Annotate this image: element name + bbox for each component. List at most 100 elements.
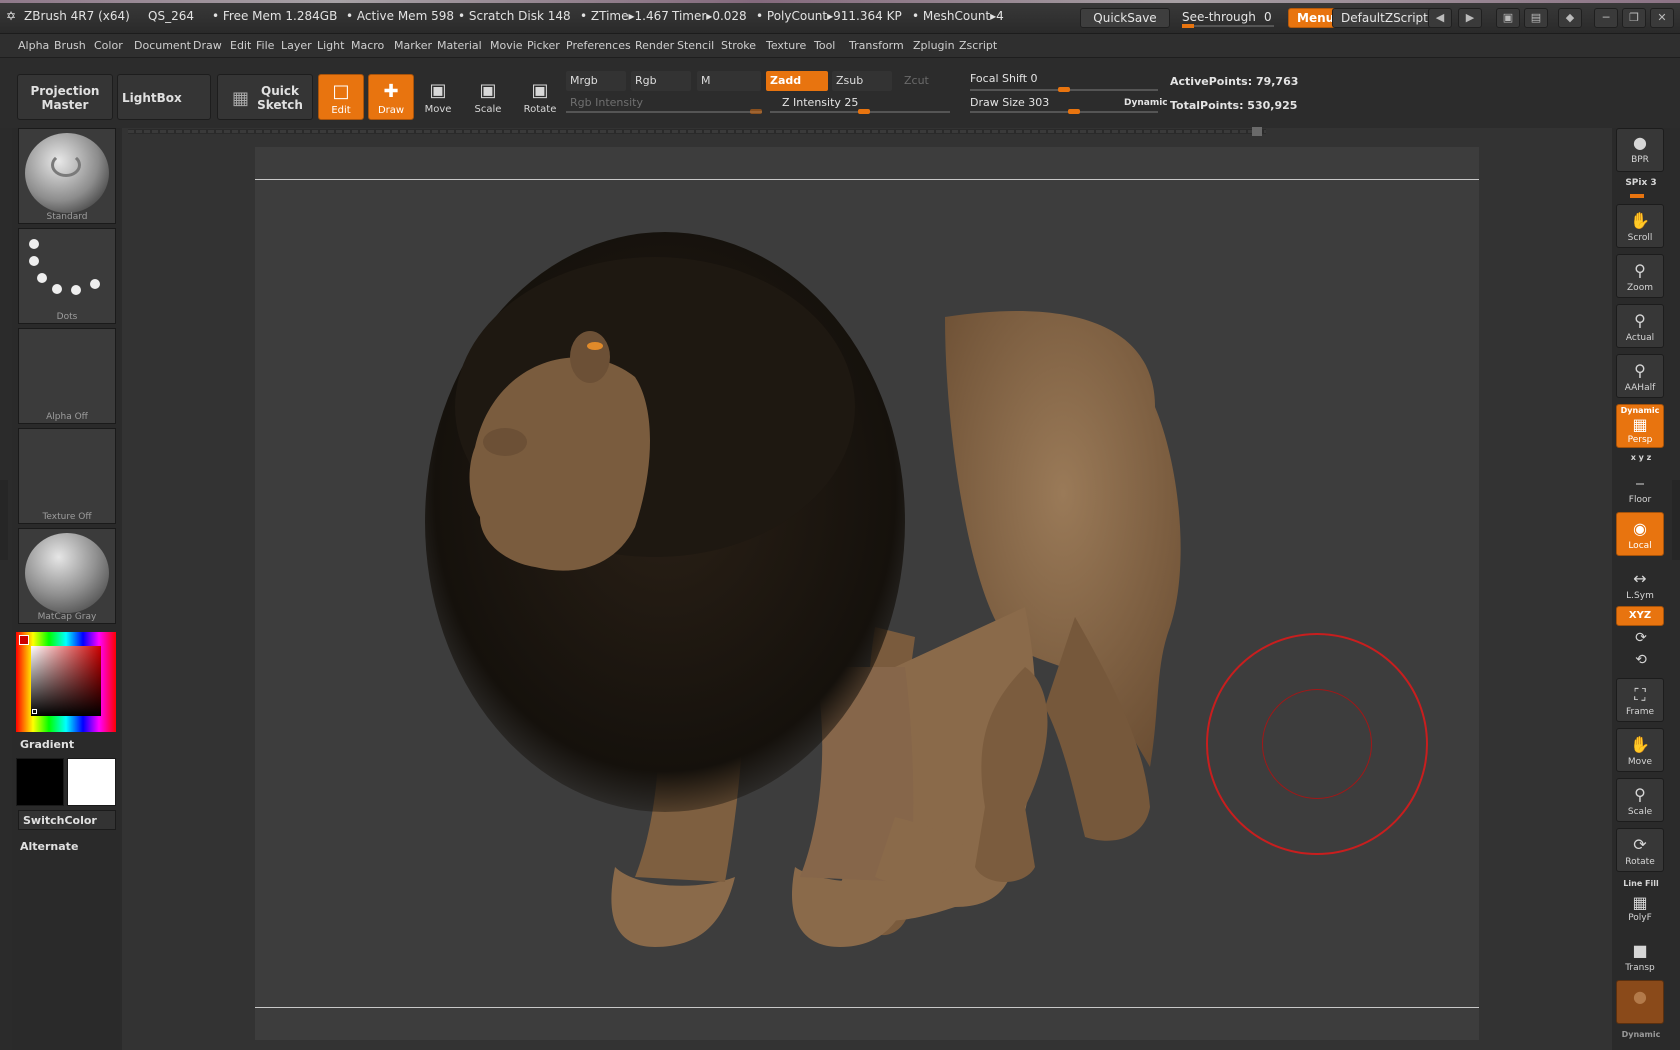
m-button[interactable]: M: [697, 71, 761, 91]
restore-icon[interactable]: ❐: [1622, 8, 1646, 28]
menu-layer[interactable]: Layer: [281, 39, 312, 52]
menu-material[interactable]: Material: [437, 39, 482, 52]
menu-zscript[interactable]: Zscript: [959, 39, 997, 52]
dynamic-label[interactable]: Dynamic: [1124, 98, 1168, 108]
layout-icon[interactable]: ▣: [1496, 8, 1520, 28]
menu-marker[interactable]: Marker: [394, 39, 432, 52]
lsym-button[interactable]: ↔ L.Sym: [1616, 562, 1664, 606]
menu-brush[interactable]: Brush: [54, 39, 86, 52]
scale-button[interactable]: ▣ Scale: [465, 74, 511, 120]
zcut-button[interactable]: Zcut: [900, 71, 940, 91]
hue-marker[interactable]: [19, 635, 29, 645]
ghost-button[interactable]: ●: [1616, 980, 1664, 1024]
move-hand-icon: ✋: [1630, 735, 1650, 754]
secondary-color-swatch[interactable]: [67, 758, 116, 806]
scroll-button[interactable]: ✋ Scroll: [1616, 204, 1664, 248]
move-view-button[interactable]: ✋ Move: [1616, 728, 1664, 772]
color-picker[interactable]: [16, 632, 116, 732]
rgb-intensity-track[interactable]: [566, 111, 762, 113]
material-thumbnail[interactable]: MatCap Gray: [18, 528, 116, 624]
left-tray-handle[interactable]: [0, 480, 8, 560]
zadd-button[interactable]: Zadd: [766, 71, 828, 91]
see-through-knob[interactable]: [1182, 24, 1194, 28]
draw-size-knob[interactable]: [1068, 109, 1080, 114]
floor-button[interactable]: ⎯ Floor: [1616, 466, 1664, 510]
see-through-slider[interactable]: See-through 0: [1176, 8, 1280, 30]
focal-shift-knob[interactable]: [1058, 87, 1070, 92]
color-square[interactable]: [31, 646, 101, 716]
menu-zplugin[interactable]: Zplugin: [913, 39, 955, 52]
xyz-axis-label[interactable]: x y z: [1612, 453, 1670, 462]
persp-button[interactable]: Dynamic ▦ Persp: [1616, 404, 1664, 448]
spix-knob[interactable]: [1630, 194, 1644, 198]
rotate-button[interactable]: ▣ Rotate: [517, 74, 563, 120]
menu-transform[interactable]: Transform: [849, 39, 904, 52]
xyz-button[interactable]: XYZ: [1616, 606, 1664, 626]
default-zscript-button[interactable]: DefaultZScript: [1332, 8, 1437, 28]
rgb-button[interactable]: Rgb: [631, 71, 691, 91]
aahalf-button[interactable]: ⚲ AAHalf: [1616, 354, 1664, 398]
z-intensity-knob[interactable]: [858, 109, 870, 114]
switch-color-button[interactable]: SwitchColor: [18, 810, 116, 830]
menu-alpha[interactable]: Alpha: [18, 39, 49, 52]
frame-button[interactable]: ⛶ Frame: [1616, 678, 1664, 722]
zsub-button[interactable]: Zsub: [832, 71, 892, 91]
lion-model[interactable]: [255, 147, 1479, 1040]
scale-view-button[interactable]: ⚲ Scale: [1616, 778, 1664, 822]
layout-alt-icon[interactable]: ▤: [1524, 8, 1548, 28]
texture-thumbnail[interactable]: Texture Off: [18, 428, 116, 524]
prev-icon[interactable]: ◀: [1428, 8, 1452, 28]
local-button[interactable]: ◉ Local: [1616, 512, 1664, 556]
menu-picker[interactable]: Picker: [527, 39, 560, 52]
actual-button[interactable]: ⚲ Actual: [1616, 304, 1664, 348]
zoom-button[interactable]: ⚲ Zoom: [1616, 254, 1664, 298]
dynamic-bottom-label[interactable]: Dynamic: [1612, 1030, 1670, 1039]
bpr-button[interactable]: ● BPR: [1616, 128, 1664, 172]
alternate-button[interactable]: Alternate: [20, 840, 78, 853]
menu-draw[interactable]: Draw: [193, 39, 222, 52]
rotate-view-button[interactable]: ⟳ Rotate: [1616, 828, 1664, 872]
brush-thumbnail[interactable]: Standard: [18, 128, 116, 224]
menu-light[interactable]: Light: [317, 39, 344, 52]
draw-size-track[interactable]: [970, 111, 1158, 113]
quick-sketch-button[interactable]: ▦ Quick Sketch: [217, 74, 313, 120]
menu-tool[interactable]: Tool: [814, 39, 835, 52]
stroke-thumbnail[interactable]: Dots: [18, 228, 116, 324]
zbrush-logo-icon[interactable]: ✡: [6, 9, 16, 23]
rotate-y-icon[interactable]: ⟳: [1612, 630, 1670, 646]
menu-color[interactable]: Color: [94, 39, 123, 52]
spix-label[interactable]: SPix 3: [1612, 178, 1670, 188]
main-color-swatch[interactable]: [16, 758, 64, 806]
line-fill-label[interactable]: Line Fill: [1612, 879, 1670, 888]
polyf-button[interactable]: ▦ PolyF: [1616, 890, 1664, 926]
rgb-intensity-knob[interactable]: [750, 109, 762, 114]
menu-preferences[interactable]: Preferences: [566, 39, 631, 52]
rotate-z-icon[interactable]: ⟲: [1612, 652, 1670, 668]
menu-texture[interactable]: Texture: [766, 39, 806, 52]
color-marker[interactable]: [32, 709, 37, 714]
menu-file[interactable]: File: [256, 39, 274, 52]
projection-master-button[interactable]: Projection Master: [17, 74, 113, 120]
alpha-thumbnail[interactable]: Alpha Off: [18, 328, 116, 424]
mrgb-button[interactable]: Mrgb: [566, 71, 626, 91]
next-icon[interactable]: ▶: [1458, 8, 1482, 28]
move-button[interactable]: ▣ Move: [415, 74, 461, 120]
menu-stencil[interactable]: Stencil: [677, 39, 714, 52]
canvas[interactable]: [255, 147, 1479, 1040]
menu-render[interactable]: Render: [635, 39, 674, 52]
lock-icon[interactable]: ◆: [1558, 8, 1582, 28]
close-icon[interactable]: ✕: [1650, 8, 1674, 28]
menu-stroke[interactable]: Stroke: [721, 39, 756, 52]
right-tray-handle[interactable]: [1672, 480, 1680, 560]
transp-button[interactable]: ■ Transp: [1616, 934, 1664, 978]
menu-edit[interactable]: Edit: [230, 39, 251, 52]
menu-document[interactable]: Document: [134, 39, 191, 52]
edit-button[interactable]: □ Edit: [318, 74, 364, 120]
gradient-label[interactable]: Gradient: [20, 738, 74, 751]
draw-button[interactable]: ✚ Draw: [368, 74, 414, 120]
lightbox-button[interactable]: LightBox: [117, 74, 211, 120]
menu-movie[interactable]: Movie: [490, 39, 523, 52]
minimize-icon[interactable]: ─: [1594, 8, 1618, 28]
quicksave-button[interactable]: QuickSave: [1080, 8, 1170, 28]
menu-macro[interactable]: Macro: [351, 39, 384, 52]
